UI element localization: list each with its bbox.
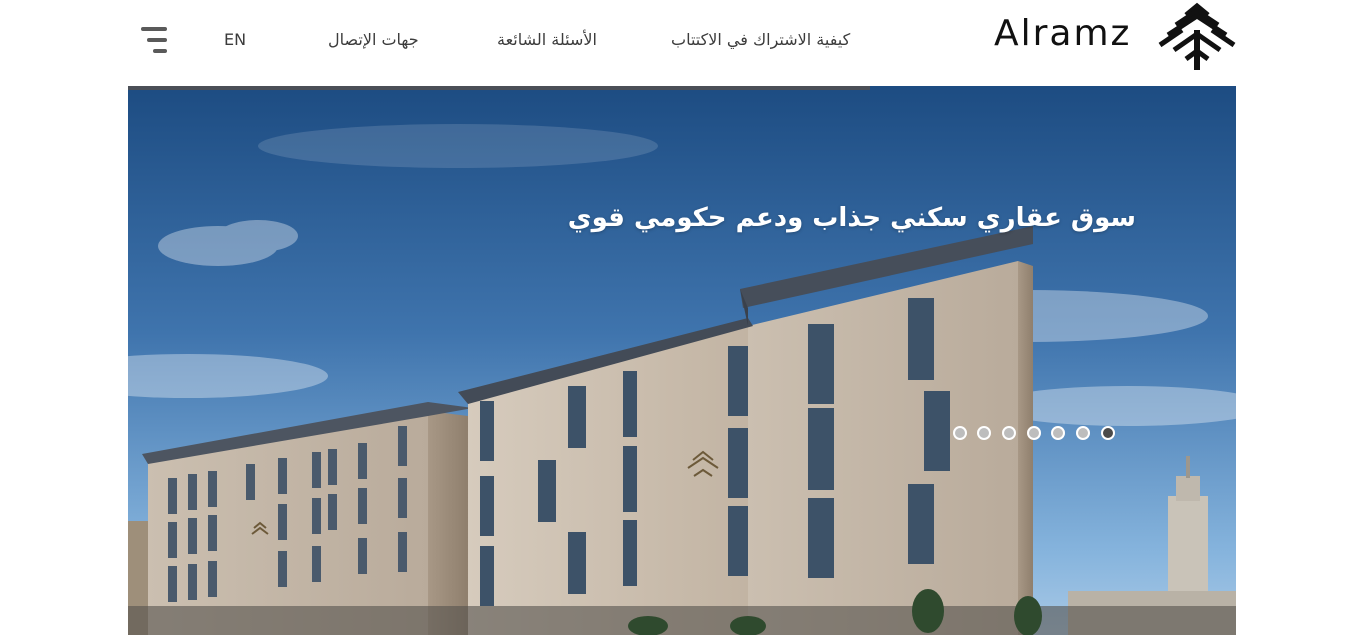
language-toggle-link[interactable]: EN — [224, 28, 246, 52]
slider-dot[interactable] — [977, 426, 991, 440]
menu-icon-bar — [141, 27, 167, 31]
logo-wordmark: Alramz — [994, 13, 1132, 54]
logo[interactable]: Alramz — [994, 2, 1238, 70]
slider-dot[interactable] — [1002, 426, 1016, 440]
slider-dot[interactable] — [1076, 426, 1090, 440]
site-header: EN جهات الإتصال الأسئلة الشائعة كيفية ال… — [0, 0, 1366, 86]
menu-icon-bar — [147, 38, 167, 42]
menu-icon[interactable] — [138, 24, 170, 56]
nav-link-how-to-subscribe[interactable]: كيفية الاشتراك في الاكتتاب — [671, 28, 850, 52]
slider-dot-active[interactable] — [1101, 426, 1115, 440]
slider-dot[interactable] — [1027, 426, 1041, 440]
hero-headline: سوق عقاري سكني جذاب ودعم حكومي قوي — [567, 203, 1136, 233]
hero-image-building — [128, 86, 1236, 635]
nav-link-faq[interactable]: الأسئلة الشائعة — [497, 28, 597, 52]
menu-icon-bar — [153, 49, 167, 53]
slider-progress-bar — [128, 86, 870, 90]
logo-tree-icon — [1158, 2, 1236, 70]
slider-dot[interactable] — [953, 426, 967, 440]
hero-slider[interactable]: سوق عقاري سكني جذاب ودعم حكومي قوي — [128, 86, 1236, 635]
nav-link-contact[interactable]: جهات الإتصال — [328, 28, 419, 52]
slider-dot[interactable] — [1051, 426, 1065, 440]
